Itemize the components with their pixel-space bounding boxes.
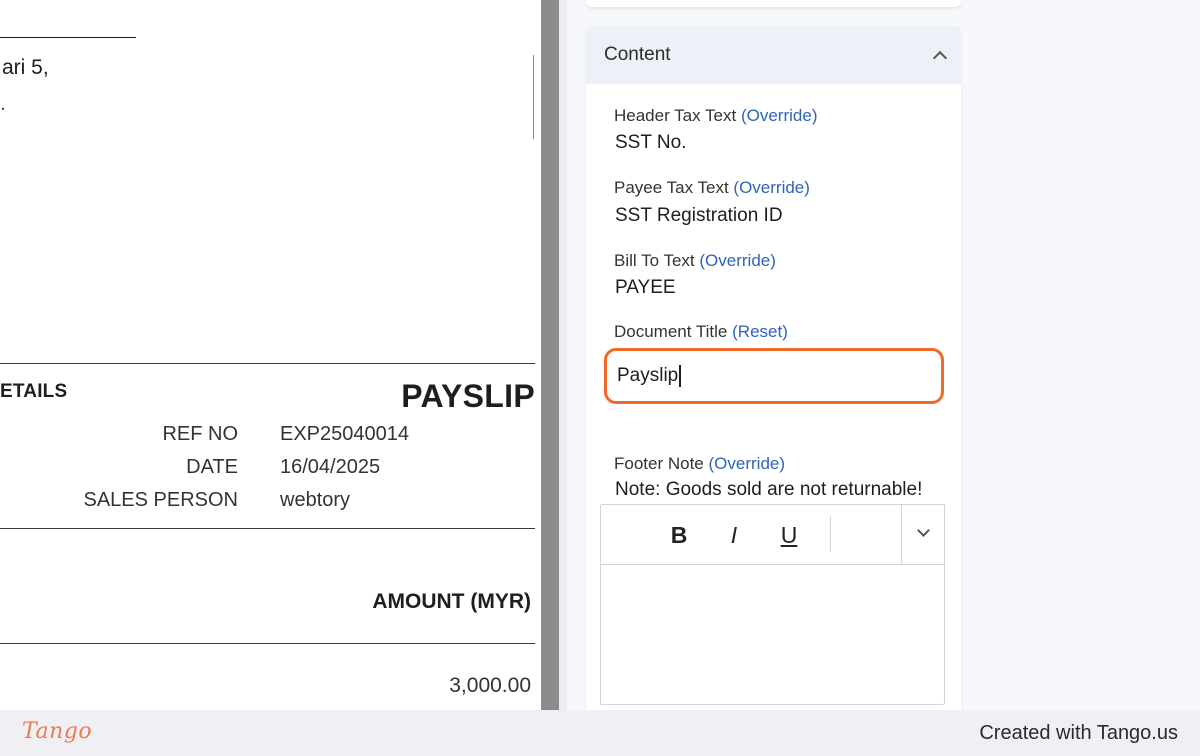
tango-logo: Tango (22, 719, 93, 744)
field-label-text: Payee Tax Text (614, 178, 729, 197)
content-section-header[interactable]: Content (586, 26, 961, 84)
sales-person-label: SALES PERSON (83, 489, 238, 511)
date-value: 16/04/2025 (280, 456, 381, 478)
bill-to-override-link[interactable]: (Override) (699, 251, 776, 270)
field-label-text: Header Tax Text (614, 106, 737, 125)
text-caret (679, 365, 681, 387)
toolbar-more-button[interactable] (913, 522, 937, 546)
section-title: Content (604, 44, 671, 65)
amount-value: 3,000.00 (449, 674, 531, 697)
document-title-input[interactable]: Payslip (604, 348, 944, 404)
tango-footer: Tango Created with Tango.us (0, 710, 1200, 756)
divider (0, 643, 535, 644)
tango-credit: Created with Tango.us (979, 722, 1178, 744)
footer-note-value: Note: Goods sold are not returnable! (615, 479, 923, 500)
pane-splitter[interactable] (541, 0, 559, 710)
header-tax-override-link[interactable]: (Override) (741, 106, 818, 125)
screen: ari 5, . ETAILS PAYSLIP REF NO EXP250400… (0, 0, 1200, 756)
footer-note-label: Footer Note (Override) (614, 454, 785, 474)
underline-button[interactable]: U (774, 520, 804, 550)
editor-body[interactable] (601, 565, 944, 704)
toolbar-divider (901, 505, 902, 565)
date-label: DATE (186, 456, 238, 478)
field-label-text: Bill To Text (614, 251, 695, 270)
footer-note-override-link[interactable]: (Override) (709, 454, 786, 473)
content-section: Content Header Tax Text (Override) SST N… (586, 26, 961, 710)
address-line: . (0, 92, 6, 115)
bill-to-label: Bill To Text (Override) (614, 251, 776, 271)
header-tax-label: Header Tax Text (Override) (614, 106, 817, 126)
field-label-text: Document Title (614, 322, 728, 341)
chevron-up-icon (932, 50, 948, 66)
footer-note-editor: B I U (600, 504, 945, 705)
toolbar-divider (830, 516, 831, 552)
payee-tax-value: SST Registration ID (615, 205, 783, 226)
address-line: ari 5, (2, 56, 49, 79)
field-label-text: Footer Note (614, 454, 704, 473)
pane-gutter (559, 0, 567, 710)
divider (533, 55, 534, 139)
header-tax-value: SST No. (615, 132, 687, 153)
ref-no-label: REF NO (162, 423, 238, 445)
document-title-label: Document Title (Reset) (614, 322, 788, 342)
document-title-input-value: Payslip (617, 365, 679, 386)
divider (0, 528, 535, 529)
divider (0, 37, 136, 38)
document-preview: ari 5, . ETAILS PAYSLIP REF NO EXP250400… (0, 0, 541, 710)
amount-header: AMOUNT (MYR) (372, 590, 531, 613)
payee-tax-override-link[interactable]: (Override) (733, 178, 810, 197)
italic-button[interactable]: I (719, 520, 749, 550)
editor-toolbar: B I U (601, 505, 944, 565)
bill-to-value: PAYEE (615, 277, 676, 298)
bold-button[interactable]: B (664, 520, 694, 550)
document-title: PAYSLIP (401, 378, 535, 414)
details-heading: ETAILS (0, 381, 68, 402)
previous-section-card (586, 0, 961, 7)
divider (0, 363, 535, 364)
sales-person-value: webtory (280, 489, 351, 511)
document-title-reset-link[interactable]: (Reset) (732, 322, 788, 341)
payee-tax-label: Payee Tax Text (Override) (614, 178, 810, 198)
chevron-down-icon (917, 524, 930, 537)
ref-no-value: EXP25040014 (280, 423, 410, 445)
